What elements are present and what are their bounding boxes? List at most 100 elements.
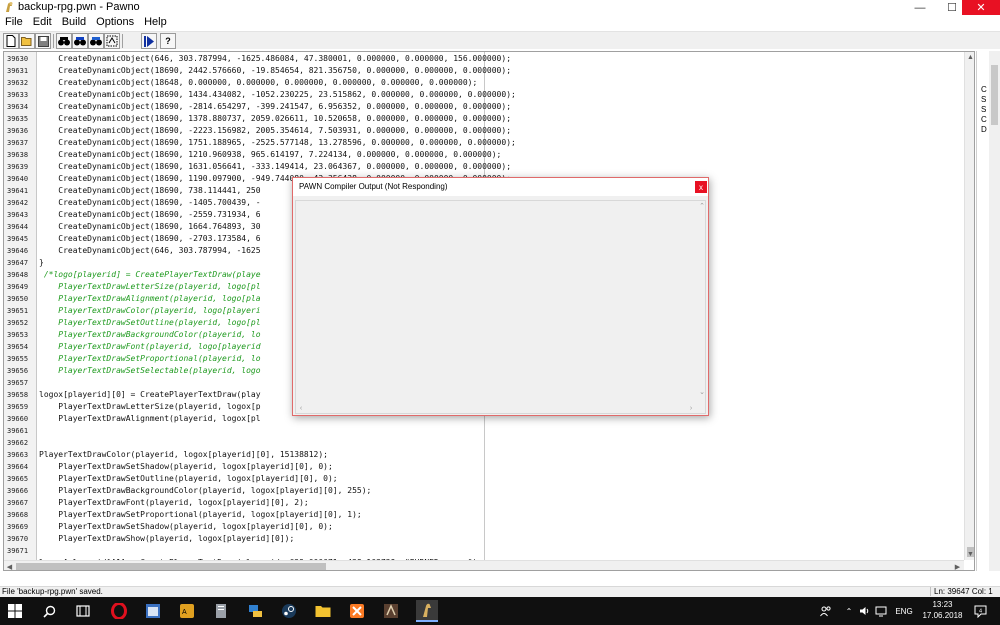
code-line[interactable]: 39669 PlayerTextDrawSetShadow(playerid, … — [4, 521, 964, 533]
function-list-item[interactable]: C — [981, 85, 989, 95]
line-text[interactable]: CreateDynamicObject(18690, 1434.434082, … — [39, 89, 516, 101]
input-language[interactable]: ENG — [892, 597, 916, 625]
line-text[interactable]: PlayerTextDrawLetterSize(playerid, logox… — [39, 401, 260, 413]
code-line[interactable]: 39632 CreateDynamicObject(18648, 0.00000… — [4, 77, 964, 89]
app-button[interactable] — [380, 600, 402, 622]
scroll-up-icon[interactable]: ▲ — [965, 52, 974, 63]
code-line[interactable]: 39661 — [4, 425, 964, 437]
xampp-app-button[interactable] — [346, 600, 368, 622]
line-text[interactable]: PlayerTextDrawBackgroundColor(playerid, … — [39, 329, 260, 341]
line-text[interactable]: CreateDynamicObject(18648, 0.000000, 0.0… — [39, 77, 477, 89]
action-center-button[interactable]: 4 — [970, 597, 990, 625]
scroll-left-icon[interactable]: ◀ — [4, 561, 15, 571]
code-line[interactable]: 39665 PlayerTextDrawSetOutline(playerid,… — [4, 473, 964, 485]
show-hidden-icons-button[interactable]: ⌃ — [842, 597, 856, 625]
function-list-item[interactable]: C — [981, 115, 989, 125]
line-text[interactable]: CreateDynamicObject(646, 303.787994, -16… — [39, 245, 260, 257]
line-text[interactable]: PlayerTextDrawSetOutline(playerid, logo[… — [39, 317, 260, 329]
minimize-button[interactable]: — — [908, 0, 932, 15]
code-line[interactable]: 39667 PlayerTextDrawFont(playerid, logox… — [4, 497, 964, 509]
line-text[interactable]: PlayerTextDrawLetterSize(playerid, logo[… — [39, 281, 260, 293]
line-text[interactable]: CreateDynamicObject(18690, 1751.188965, … — [39, 137, 516, 149]
chevron-up-icon[interactable]: ⌃ — [697, 201, 707, 211]
line-text[interactable]: PlayerTextDrawSetOutline(playerid, logox… — [39, 473, 337, 485]
open-file-button[interactable] — [19, 33, 35, 49]
function-list-scroll-thumb[interactable] — [991, 65, 998, 125]
code-line[interactable]: 39663 PlayerTextDrawColor(playerid, logox… — [4, 449, 964, 461]
line-text[interactable]: PlayerTextDrawSetProportional(playerid, … — [39, 353, 260, 365]
line-text[interactable]: CreateDynamicObject(18690, 2442.576660, … — [39, 65, 511, 77]
compiler-output-text[interactable]: ⌃ ⌄ ‹ › — [295, 200, 706, 414]
line-text[interactable]: logox[playerid][0] = CreatePlayerTextDra… — [39, 389, 261, 401]
dialog-close-button[interactable]: x — [695, 181, 707, 193]
find-button[interactable] — [56, 33, 72, 49]
code-line[interactable]: 39664 PlayerTextDrawSetShadow(playerid, … — [4, 461, 964, 473]
menu-file[interactable]: File — [0, 15, 28, 31]
line-text[interactable]: PlayerTextDrawFont(playerid, logo[player… — [39, 341, 260, 353]
line-text[interactable]: PlayerTextDrawSetSelectable(playerid, lo… — [39, 365, 260, 377]
line-text[interactable]: PlayerTextDrawSetShadow(playerid, logox[… — [39, 461, 333, 473]
app-button[interactable] — [210, 600, 232, 622]
output-horizontal-scrollbar[interactable]: ‹ › — [296, 403, 697, 413]
chevron-down-icon[interactable]: ⌄ — [697, 387, 707, 397]
dialog-title-bar[interactable]: PAWN Compiler Output (Not Responding) x — [293, 178, 708, 196]
function-list-item[interactable]: S — [981, 95, 989, 105]
scroll-right-icon[interactable]: ▶ — [952, 561, 963, 571]
close-button[interactable]: ✕ — [962, 0, 1000, 15]
search-button[interactable] — [38, 600, 60, 622]
editor-vertical-scrollbar[interactable]: ▲ ▼ — [964, 52, 974, 560]
help-button[interactable]: ? — [160, 33, 176, 49]
line-text[interactable]: CreateDynamicObject(18690, 1210.960938, … — [39, 149, 501, 161]
goto-line-button[interactable] — [104, 33, 120, 49]
function-list-item[interactable]: D — [981, 125, 989, 135]
pawno-app-button[interactable] — [416, 600, 438, 622]
code-line[interactable]: 39637 CreateDynamicObject(18690, 1751.18… — [4, 137, 964, 149]
line-text[interactable]: /*logo[playerid] = CreatePlayerTextDraw(… — [39, 269, 261, 281]
task-view-button[interactable] — [72, 600, 94, 622]
function-list-scrollbar[interactable] — [989, 51, 1000, 571]
line-text[interactable]: CreateDynamicObject(646, 303.787994, -16… — [39, 53, 511, 65]
people-button[interactable] — [816, 597, 836, 625]
editor-horizontal-scrollbar[interactable]: ◀ ▶ — [4, 560, 964, 571]
line-text[interactable]: CreateDynamicObject(18690, -2703.173584,… — [39, 233, 260, 245]
menu-edit[interactable]: Edit — [28, 15, 57, 31]
code-line[interactable]: 39668 PlayerTextDrawSetProportional(play… — [4, 509, 964, 521]
line-text[interactable]: PlayerTextDrawColor(playerid, logox[play… — [39, 449, 328, 461]
code-line[interactable]: 39630 CreateDynamicObject(646, 303.78799… — [4, 53, 964, 65]
line-text[interactable]: } — [39, 257, 44, 269]
find-next-button[interactable] — [72, 33, 88, 49]
output-vertical-scrollbar[interactable]: ⌃ ⌄ — [697, 201, 707, 413]
line-text[interactable]: PlayerTextDrawAlignment(playerid, logo[p… — [39, 293, 260, 305]
code-line[interactable]: 39633 CreateDynamicObject(18690, 1434.43… — [4, 89, 964, 101]
network-button[interactable] — [874, 597, 888, 625]
code-line[interactable]: 39666 PlayerTextDrawBackgroundColor(play… — [4, 485, 964, 497]
volume-button[interactable] — [858, 597, 872, 625]
menu-options[interactable]: Options — [91, 15, 139, 31]
function-list-item[interactable]: S — [981, 105, 989, 115]
steam-app-button[interactable] — [278, 600, 300, 622]
line-text[interactable]: CreateDynamicObject(18690, 1631.056641, … — [39, 161, 511, 173]
line-text[interactable]: CreateDynamicObject(18690, -1405.700439,… — [39, 197, 260, 209]
scroll-down-icon[interactable]: ▼ — [965, 549, 974, 560]
line-text[interactable]: PlayerTextDrawSetProportional(playerid, … — [39, 509, 361, 521]
code-line[interactable]: 39662 — [4, 437, 964, 449]
app-button[interactable]: A — [176, 600, 198, 622]
menu-help[interactable]: Help — [139, 15, 172, 31]
code-line[interactable]: 39636 CreateDynamicObject(18690, -2223.1… — [4, 125, 964, 137]
chevron-right-icon[interactable]: › — [686, 403, 696, 413]
chevron-left-icon[interactable]: ‹ — [296, 403, 306, 413]
maximize-button[interactable]: ☐ — [940, 0, 964, 15]
code-line[interactable]: 39634 CreateDynamicObject(18690, -2814.6… — [4, 101, 964, 113]
start-button[interactable] — [4, 600, 26, 622]
line-text[interactable]: CreateDynamicObject(18690, -2814.654297,… — [39, 101, 511, 113]
code-line[interactable]: 39639 CreateDynamicObject(18690, 1631.05… — [4, 161, 964, 173]
line-text[interactable]: CreateDynamicObject(18690, 738.114441, 2… — [39, 185, 260, 197]
line-text[interactable]: PlayerTextDrawColor(playerid, logo[playe… — [39, 305, 260, 317]
code-line[interactable]: 39631 CreateDynamicObject(18690, 2442.57… — [4, 65, 964, 77]
file-explorer-button[interactable] — [312, 600, 334, 622]
line-text[interactable]: PlayerTextDrawBackgroundColor(playerid, … — [39, 485, 371, 497]
line-text[interactable]: CreateDynamicObject(18690, 1664.764893, … — [39, 221, 260, 233]
replace-button[interactable] — [88, 33, 104, 49]
line-text[interactable]: PlayerTextDrawAlignment(playerid, logox[… — [39, 413, 260, 425]
line-text[interactable]: CreateDynamicObject(18690, -2559.731934,… — [39, 209, 260, 221]
